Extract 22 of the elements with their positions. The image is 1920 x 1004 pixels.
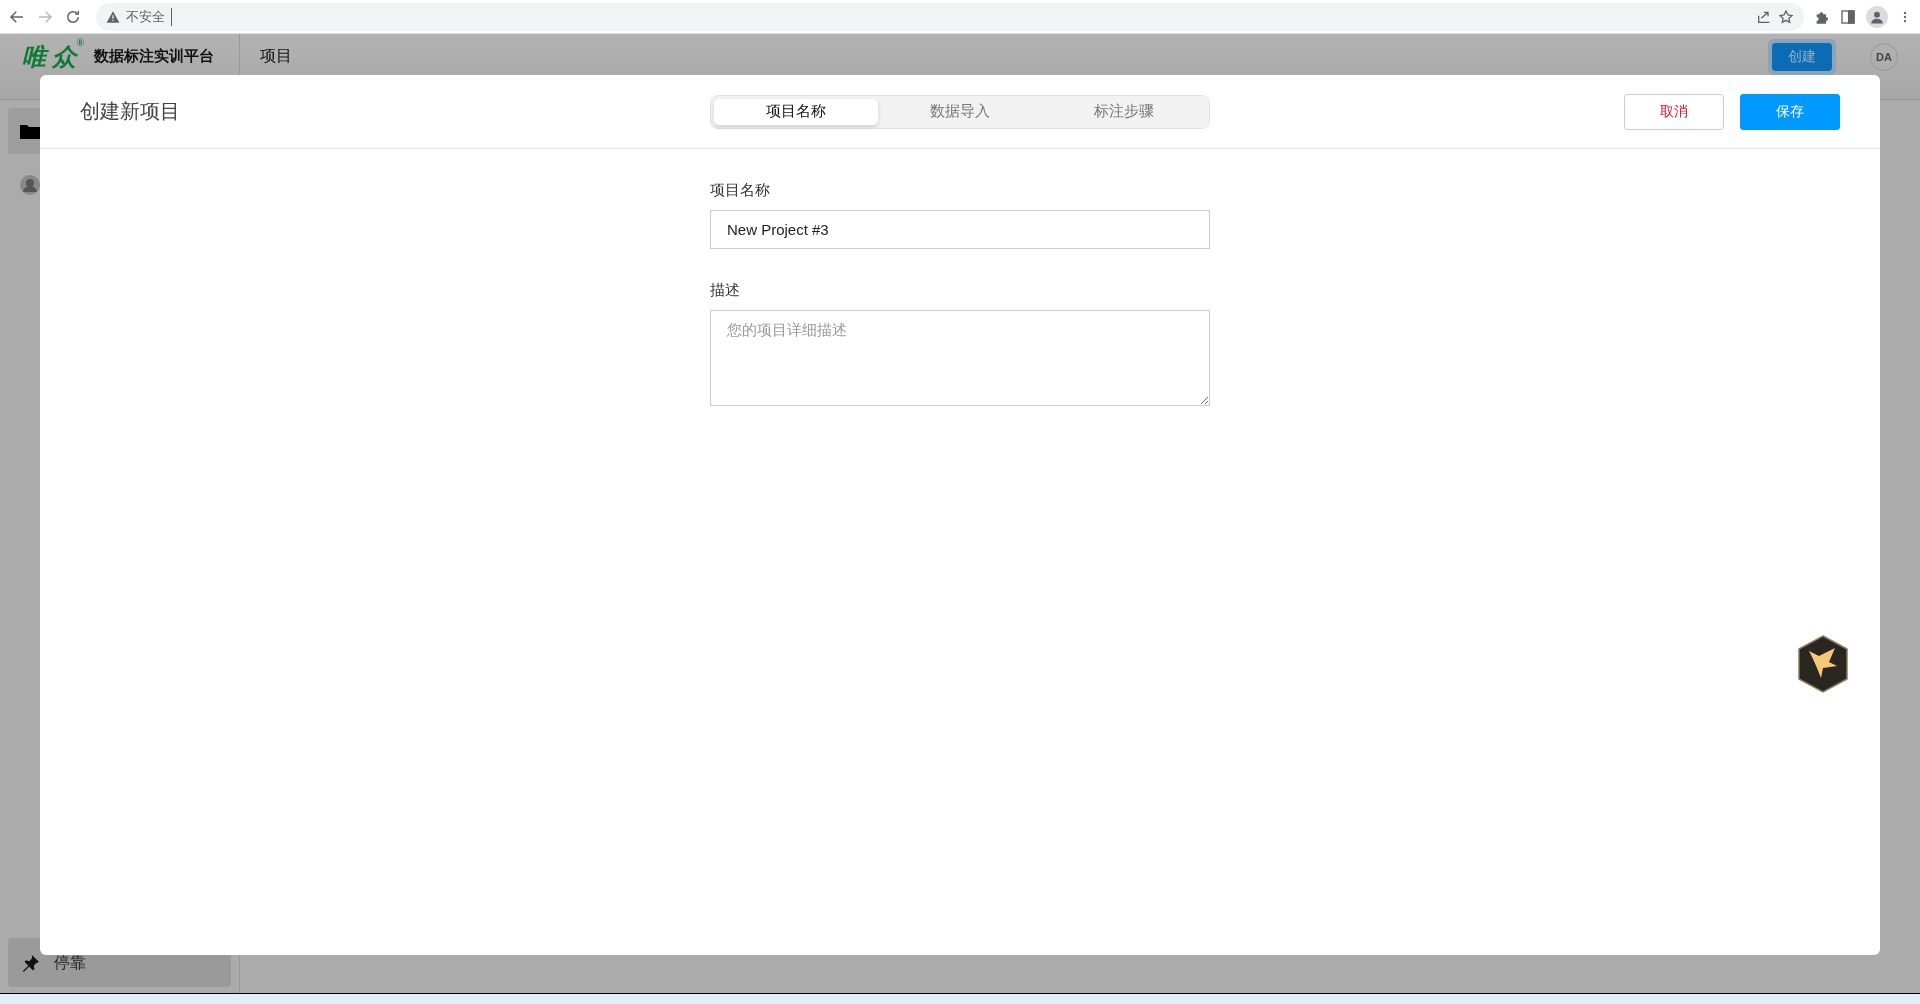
star-icon[interactable]: [1778, 8, 1794, 25]
step-tab[interactable]: 标注步骤: [1042, 98, 1206, 125]
step-tab[interactable]: 数据导入: [878, 98, 1042, 125]
pin-icon: [22, 954, 40, 972]
section-title: 项目: [260, 46, 292, 66]
field-label: 描述: [710, 281, 741, 300]
platform-title: 数据标注实训平台: [94, 47, 214, 66]
project-name-field[interactable]: New Project #3: [710, 210, 1210, 249]
side-panel-icon[interactable]: [1840, 8, 1856, 25]
step-tab[interactable]: 项目名称: [714, 98, 878, 125]
dialog-title: 创建新项目: [80, 99, 181, 124]
user-icon: [20, 175, 40, 195]
brand-logo: 唯众 ®: [22, 40, 82, 72]
address-bar[interactable]: 不安全: [96, 2, 1804, 31]
folder-icon: [20, 123, 40, 139]
description-field[interactable]: 您的项目详细描述: [710, 310, 1210, 406]
field-label: 项目名称: [710, 181, 771, 200]
warning-icon: [106, 9, 120, 24]
profile-icon[interactable]: [1866, 5, 1888, 28]
save-button[interactable]: 保存: [1740, 93, 1840, 130]
security-label: 不安全: [126, 7, 172, 26]
cancel-button[interactable]: 取消: [1624, 93, 1724, 130]
